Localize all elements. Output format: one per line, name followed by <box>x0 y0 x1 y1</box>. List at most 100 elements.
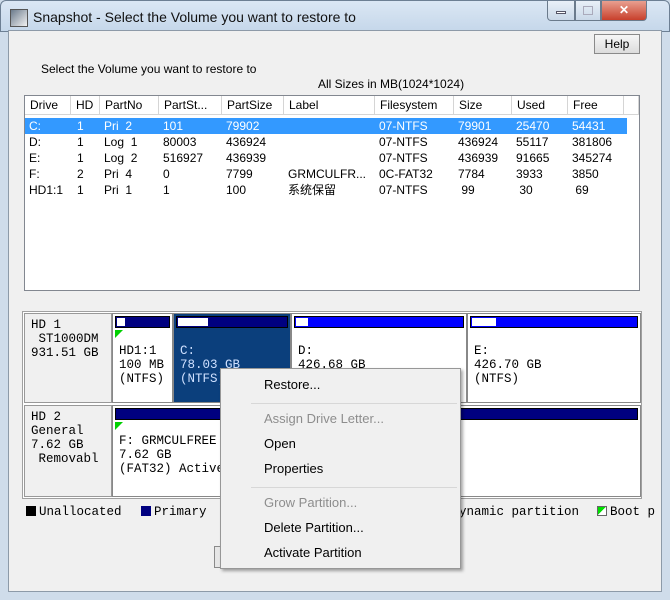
partition-fs: (NTFS) <box>119 372 165 386</box>
partition-fs: (NTFS) <box>474 372 520 386</box>
menu-open[interactable]: Open <box>264 436 296 451</box>
table-cell: 1 <box>77 135 84 149</box>
menu-separator <box>251 487 457 488</box>
menu-activate-partition[interactable]: Activate Partition <box>264 545 362 560</box>
table-cell: 516927 <box>163 151 204 165</box>
partition-name: D: <box>298 344 314 358</box>
disk-label-hd2: HD 2 General 7.62 GB Removabl <box>24 405 112 497</box>
table-cell: GRMCULFR... <box>288 167 366 181</box>
instruction-text: Select the Volume you want to restore to <box>41 62 257 76</box>
table-cell: Pri 4 <box>104 167 133 181</box>
table-cell: 436939 <box>226 151 267 165</box>
table-cell: Pri 2 <box>104 119 133 133</box>
column-header[interactable]: Filesystem <box>375 96 454 115</box>
table-cell: 79901 <box>458 119 492 133</box>
table-cell: 0 <box>163 167 170 181</box>
column-header[interactable]: PartSt... <box>159 96 222 115</box>
disk-model: General <box>31 424 84 438</box>
table-row[interactable]: D: 1 Log 1 80003 436924 07-NTFS 436924 55117 381… <box>25 134 627 150</box>
table-cell: 436924 <box>226 135 267 149</box>
maximize-button[interactable] <box>575 1 601 21</box>
table-cell: 7799 <box>226 167 253 181</box>
table-cell: 07-NTFS <box>379 119 428 133</box>
table-cell: 436939 <box>458 151 499 165</box>
column-header[interactable]: HD <box>71 96 100 115</box>
column-header[interactable]: Drive <box>25 96 71 115</box>
menu-restore[interactable]: Restore... <box>264 377 320 392</box>
table-cell: 91665 <box>516 151 550 165</box>
table-cell: 1 <box>77 119 84 133</box>
menu-grow-partition[interactable]: Grow Partition... <box>264 495 357 510</box>
table-row[interactable]: HD1:1 1 Pri 1 1 100 系统保留 07-NTFS 99 30 69 <box>25 182 627 198</box>
legend-unallocated: Unallocated <box>26 505 122 519</box>
menu-assign-drive-letter[interactable]: Assign Drive Letter... <box>264 411 384 426</box>
sizes-note: All Sizes in MB(1024*1024) <box>318 77 465 91</box>
table-cell: 99 <box>458 183 475 197</box>
column-header[interactable]: PartSize <box>222 96 284 115</box>
table-cell: 30 <box>516 183 533 197</box>
table-cell: Log 2 <box>104 151 138 165</box>
minimize-button[interactable] <box>547 1 575 21</box>
boot-flag-icon <box>115 330 123 338</box>
table-row[interactable]: E: 1 Log 2 516927 436939 07-NTFS 436939 91665 34… <box>25 150 627 166</box>
volume-list[interactable]: Drive HD PartNo PartSt... PartSize Label Files… <box>24 95 640 291</box>
legend-label: Primary <box>154 505 207 519</box>
table-cell: 1 <box>77 151 84 165</box>
table-cell: E: <box>29 151 41 165</box>
legend-boot: Boot p <box>597 505 655 519</box>
table-cell: 1 <box>77 183 84 197</box>
legend-primary: Primary <box>141 505 207 519</box>
table-cell: Pri 1 <box>104 183 133 197</box>
partition-name: HD1:1 <box>119 344 157 358</box>
column-header[interactable]: Used <box>512 96 568 115</box>
table-cell: HD1:1 <box>29 183 64 197</box>
close-icon: ✕ <box>618 3 630 17</box>
table-cell: 07-NTFS <box>379 135 428 149</box>
table-cell: 2 <box>77 167 84 181</box>
column-header[interactable]: Label <box>284 96 375 115</box>
table-row[interactable]: C: 1 Pri 2 101 79902 07-NTFS 79901 25470 54431 <box>25 118 627 134</box>
table-cell: 345274 <box>572 151 613 165</box>
disk-type: Removabl <box>31 452 99 466</box>
title-bar: Snapshot - Select the Volume you want to… <box>0 0 670 32</box>
disk-name: HD 2 <box>31 410 62 424</box>
table-cell: 07-NTFS <box>379 151 428 165</box>
partition-hd1-1[interactable]: HD1:1 100 MB (NTFS) <box>112 313 173 403</box>
menu-properties[interactable]: Properties <box>264 461 323 476</box>
table-cell: C: <box>29 119 41 133</box>
table-cell: 69 <box>572 183 589 197</box>
disk-size: 7.62 GB <box>31 438 84 452</box>
boot-flag-icon <box>115 422 123 430</box>
table-cell: 25470 <box>516 119 550 133</box>
app-icon <box>10 9 28 27</box>
table-cell: 0C-FAT32 <box>379 167 433 181</box>
table-cell: D: <box>29 135 41 149</box>
column-header-filler <box>624 96 639 115</box>
disk-size: 931.51 GB <box>31 346 99 360</box>
legend-dynamic: ynamic partition <box>459 505 579 519</box>
column-header[interactable]: Free <box>568 96 624 115</box>
close-button[interactable]: ✕ <box>601 1 647 21</box>
column-header[interactable]: PartNo <box>100 96 159 115</box>
menu-separator <box>251 403 457 404</box>
legend-label: Unallocated <box>39 505 122 519</box>
window-title: Snapshot - Select the Volume you want to… <box>33 9 356 25</box>
partition-name: F: GRMCULFREE <box>119 434 217 448</box>
menu-delete-partition[interactable]: Delete Partition... <box>264 520 364 535</box>
partition-fs: (FAT32) Active <box>119 462 225 476</box>
column-header[interactable]: Size <box>454 96 512 115</box>
partition-size: 7.62 GB <box>119 448 172 462</box>
table-cell: 436924 <box>458 135 499 149</box>
context-menu: Restore... Assign Drive Letter... Open P… <box>220 368 461 569</box>
table-cell: 07-NTFS <box>379 183 428 197</box>
table-cell: Log 1 <box>104 135 138 149</box>
legend-label: Boot p <box>610 505 656 519</box>
partition-e[interactable]: E: 426.70 GB (NTFS) <box>467 313 641 403</box>
table-cell: 系统保留 <box>288 183 337 197</box>
table-cell: 1 <box>163 183 170 197</box>
help-button[interactable]: Help <box>594 34 640 54</box>
table-cell: 3933 <box>516 167 543 181</box>
table-row[interactable]: F: 2 Pri 4 0 7799 GRMCULFR... 0C-FAT32 7784 3933… <box>25 166 627 182</box>
partition-size: 426.70 GB <box>474 358 542 372</box>
table-cell: 79902 <box>226 119 260 133</box>
